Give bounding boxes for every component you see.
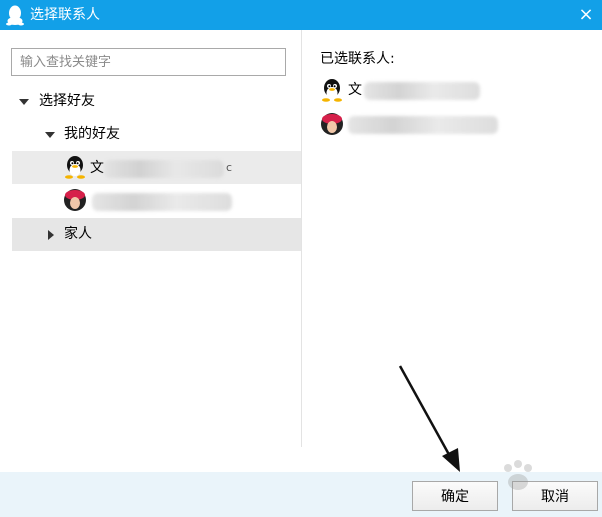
selected-contact-name-visible: 文 (348, 82, 362, 98)
qq-penguin-icon (6, 5, 24, 26)
blurred-name (364, 82, 480, 100)
blurred-name (92, 193, 232, 211)
title-bar[interactable]: 选择联系人 × (0, 0, 602, 30)
selected-contacts-panel: 已选联系人: 文 (302, 30, 602, 447)
penguin-avatar-icon (65, 156, 85, 179)
penguin-avatar-icon (322, 79, 342, 102)
tree-root-select-friends[interactable]: 选择好友 (12, 85, 301, 118)
tree-group-label: 家人 (64, 226, 92, 242)
search-input[interactable] (11, 48, 286, 76)
expand-arrow-down-icon[interactable] (45, 132, 55, 138)
confirm-button[interactable]: 确定 (412, 481, 498, 511)
tree-group-label: 我的好友 (64, 126, 120, 142)
friend-item[interactable]: 文 c (12, 151, 301, 184)
selected-contacts-title: 已选联系人: (320, 51, 395, 67)
redhat-avatar-icon (64, 189, 86, 211)
close-button[interactable]: × (576, 4, 596, 26)
friend-tree-panel: 选择好友 我的好友 文 c (0, 30, 301, 447)
redhat-avatar-icon (321, 113, 343, 135)
friend-name-tail: c (226, 161, 233, 174)
close-icon: × (578, 4, 594, 25)
selected-contact-item[interactable] (320, 112, 590, 138)
select-contacts-dialog: 选择联系人 × 选择好友 我的好友 (0, 0, 602, 517)
expand-arrow-down-icon[interactable] (19, 99, 29, 105)
selected-contact-item[interactable]: 文 (320, 78, 590, 104)
tree-root-label: 选择好友 (39, 93, 95, 109)
blurred-name (348, 116, 498, 134)
expand-arrow-right-icon[interactable] (48, 230, 54, 240)
dialog-footer: 确定 取消 (0, 472, 602, 517)
blurred-name (104, 160, 224, 178)
cancel-button[interactable]: 取消 (512, 481, 598, 511)
friend-name-visible: 文 (90, 160, 104, 176)
friend-item[interactable] (12, 184, 301, 217)
tree-group-family[interactable]: 家人 (12, 218, 301, 251)
tree-group-my-friends[interactable]: 我的好友 (12, 118, 301, 151)
window-title: 选择联系人 (30, 7, 100, 23)
